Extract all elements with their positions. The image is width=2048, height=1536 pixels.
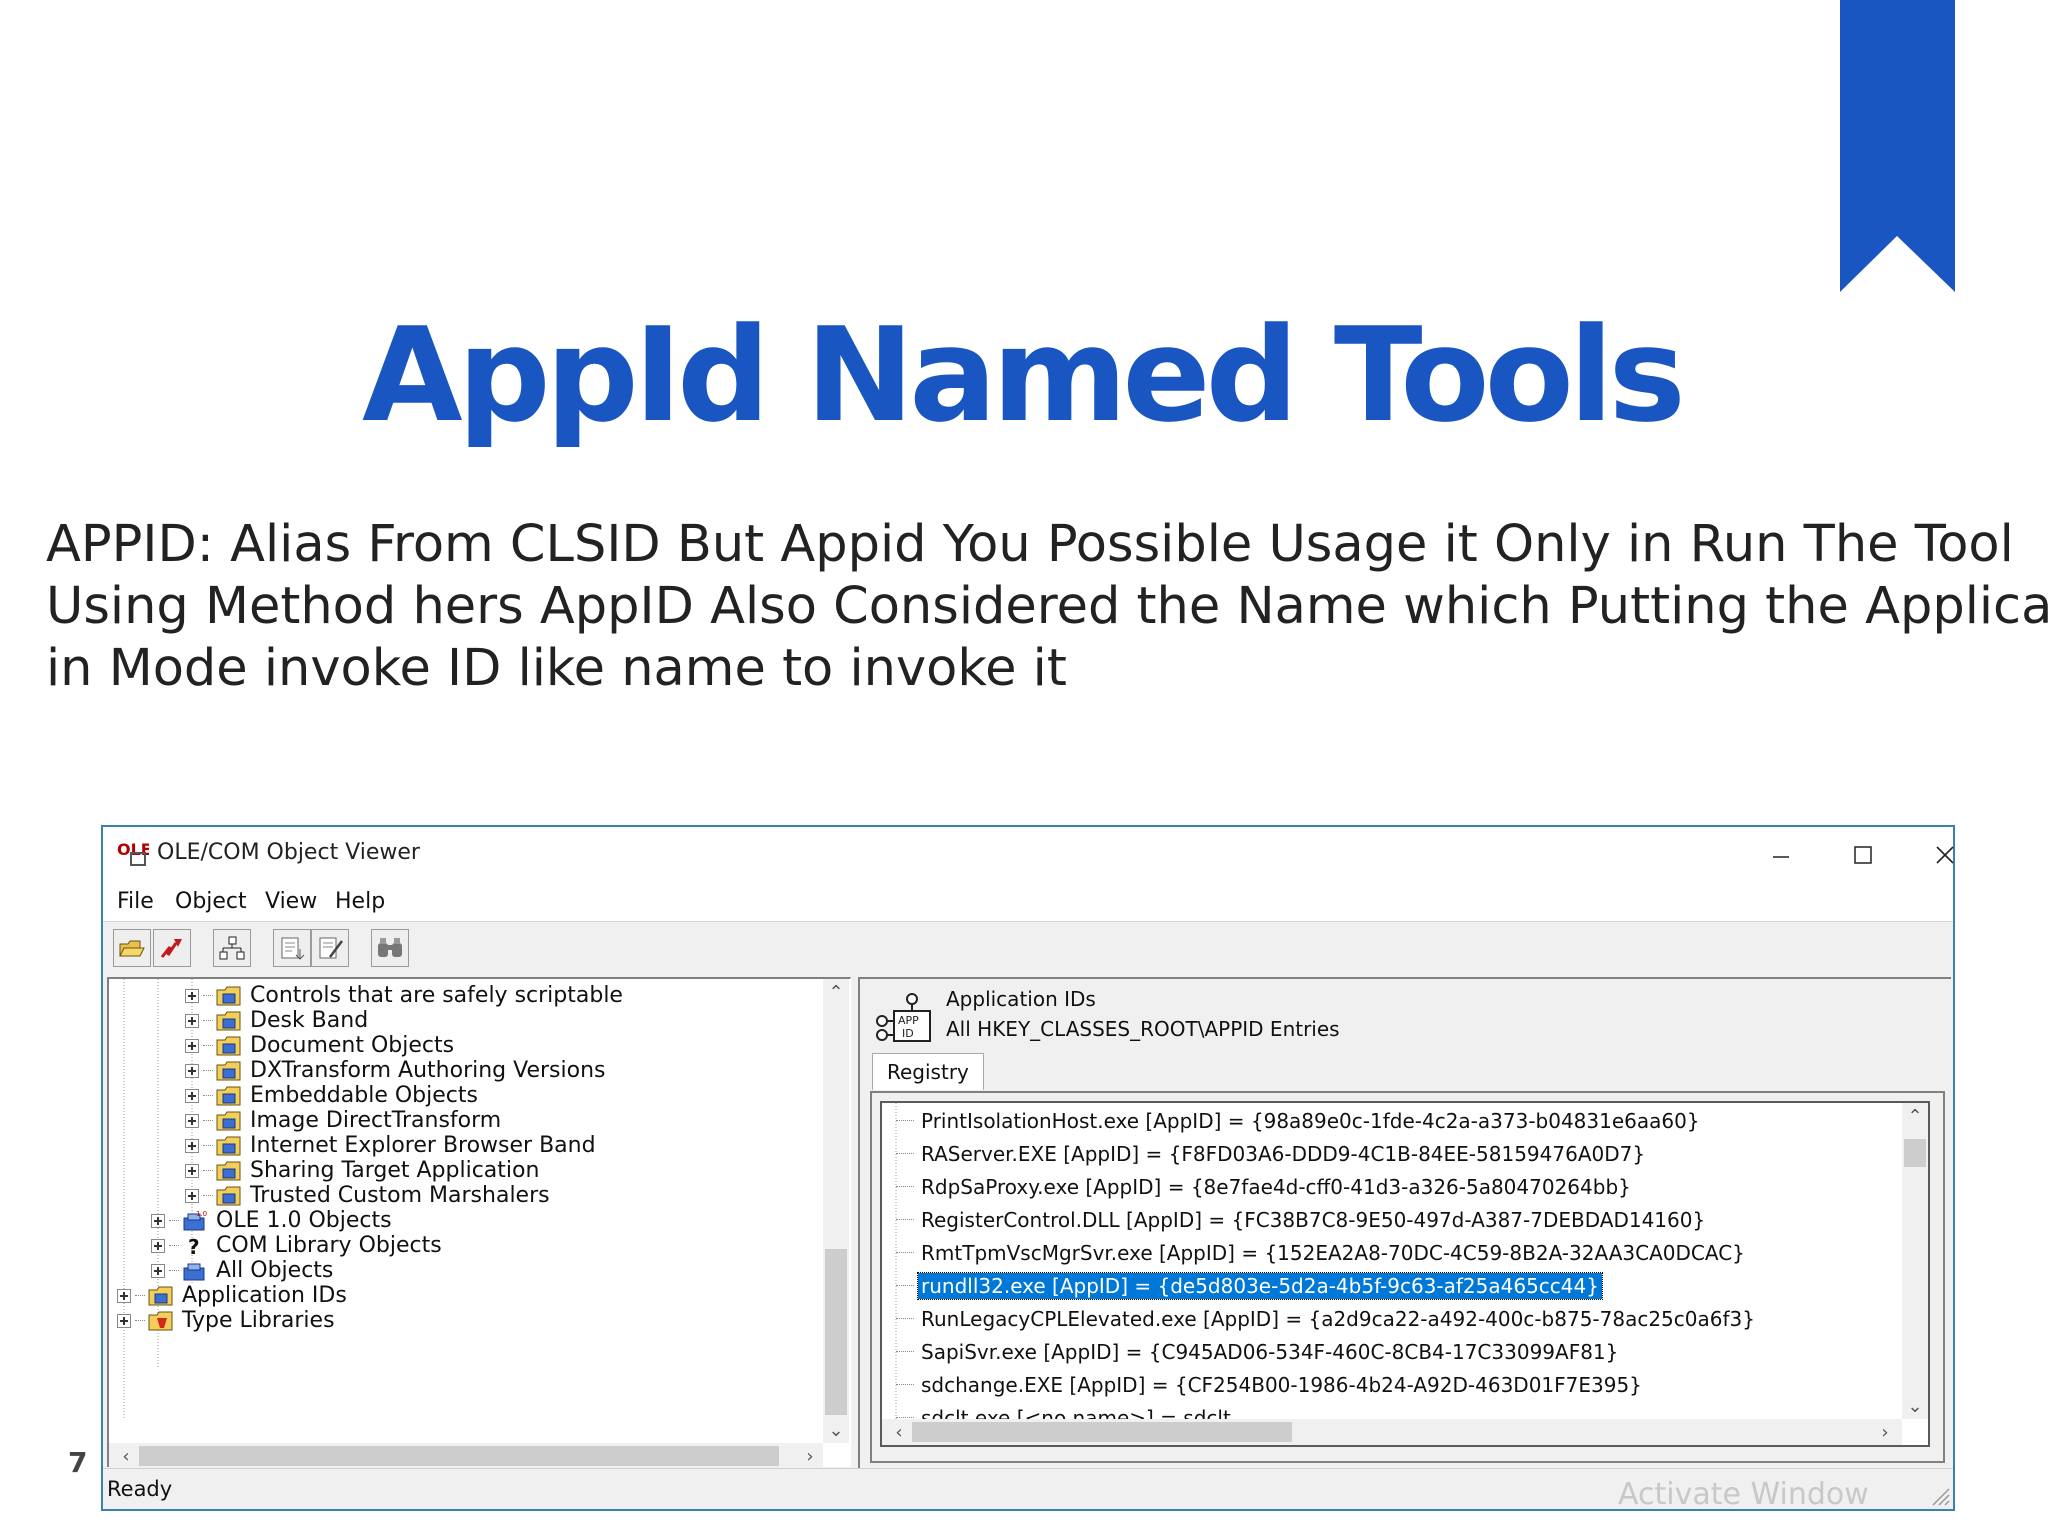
expand-icon[interactable] — [151, 1238, 165, 1253]
detail-title: Application IDs — [946, 987, 1096, 1011]
registry-entry[interactable]: RegisterControl.DLL [AppID] = {FC38B7C8-… — [896, 1204, 1708, 1235]
tab-registry[interactable]: Registry — [872, 1053, 984, 1090]
registry-entry[interactable]: RdpSaProxy.exe [AppID] = {8e7fae4d-cff0-… — [896, 1171, 1634, 1202]
toolbar — [103, 923, 1953, 977]
tree-item[interactable]: Type Libraries — [117, 1304, 335, 1337]
ole-com-viewer-window: OLE OLE/COM Object Viewer File Object Vi… — [101, 825, 1955, 1511]
page-number: 7 — [68, 1446, 88, 1479]
window-title: OLE/COM Object Viewer — [157, 840, 420, 865]
edit-button[interactable] — [311, 929, 349, 967]
detail-subtitle: All HKEY_CLASSES_ROOT\APPID Entries — [946, 1017, 1340, 1041]
status-bar: Ready Activate Windows — [103, 1468, 1953, 1509]
registry-vertical-scrollbar[interactable]: ⌃ ⌄ — [1902, 1103, 1928, 1419]
disconnect-button[interactable] — [153, 929, 191, 967]
tree-view-icon — [219, 936, 245, 960]
registry-panel: PrintIsolationHost.exe [AppID] = {98a89e… — [870, 1091, 1945, 1463]
expand-icon[interactable] — [151, 1213, 165, 1228]
copy-button[interactable] — [273, 929, 311, 967]
scroll-down-icon[interactable]: ⌄ — [1902, 1393, 1928, 1419]
scroll-left-icon[interactable]: ‹ — [113, 1443, 139, 1467]
title-bar: OLE OLE/COM Object Viewer — [103, 827, 1954, 883]
scroll-up-icon[interactable]: ⌃ — [1902, 1103, 1928, 1129]
bookmark-ribbon-icon — [1840, 0, 1955, 292]
slide-title: AppId Named Tools — [362, 299, 1686, 451]
detail-pane: APP ID Application IDs All HKEY_CLASSES_… — [858, 977, 1951, 1469]
minimize-button[interactable] — [1741, 827, 1821, 883]
svg-text:APP: APP — [898, 1014, 919, 1027]
registry-entry[interactable]: RmtTpmVscMgrSvr.exe [AppID] = {152EA2A8-… — [896, 1237, 1748, 1268]
expand-icon[interactable] — [185, 1063, 199, 1078]
svg-text:1.0: 1.0 — [196, 1210, 207, 1218]
tree-horizontal-scrollbar[interactable]: ‹ › — [109, 1443, 823, 1467]
registry-list: PrintIsolationHost.exe [AppID] = {98a89e… — [880, 1101, 1930, 1447]
scrollbar-thumb[interactable] — [825, 1249, 847, 1415]
expand-icon[interactable] — [185, 1163, 199, 1178]
scroll-right-icon[interactable]: › — [1872, 1419, 1898, 1445]
scrollbar-thumb[interactable] — [912, 1422, 1292, 1442]
svg-text:ID: ID — [902, 1027, 914, 1040]
activation-watermark: Activate Windows — [1618, 1477, 1868, 1509]
expand-icon[interactable] — [185, 988, 199, 1003]
app-id-icon: APP ID — [876, 993, 931, 1042]
resize-grip-icon[interactable] — [1929, 1485, 1951, 1507]
scrollbar-thumb[interactable] — [1904, 1139, 1926, 1167]
minimize-icon — [1773, 856, 1789, 858]
expand-icon[interactable] — [117, 1288, 131, 1303]
scroll-right-icon[interactable]: › — [797, 1443, 823, 1467]
registry-entry[interactable]: RAServer.EXE [AppID] = {F8FD03A6-DDD9-4C… — [896, 1138, 1648, 1169]
registry-entry[interactable]: PrintIsolationHost.exe [AppID] = {98a89e… — [896, 1105, 1703, 1136]
menu-file[interactable]: File — [117, 889, 154, 914]
scroll-up-icon[interactable]: ⌃ — [823, 979, 849, 1005]
copy-icon — [281, 937, 305, 960]
description-line: Using Method hers AppID Also Considered … — [46, 577, 2048, 636]
maximize-button[interactable] — [1823, 827, 1903, 883]
registry-entry[interactable]: RunLegacyCPLElevated.exe [AppID] = {a2d9… — [896, 1303, 1758, 1334]
expand-icon[interactable] — [117, 1313, 131, 1328]
expand-icon[interactable] — [185, 1138, 199, 1153]
expand-icon[interactable] — [185, 1038, 199, 1053]
tree-view-button[interactable] — [213, 929, 251, 967]
edit-icon — [319, 937, 343, 959]
status-text: Ready — [107, 1477, 173, 1501]
open-folder-icon — [119, 940, 145, 957]
find-button[interactable] — [371, 929, 409, 967]
menu-object[interactable]: Object — [175, 889, 247, 914]
scroll-left-icon[interactable]: ‹ — [886, 1419, 912, 1445]
expand-icon[interactable] — [151, 1263, 165, 1278]
open-button[interactable] — [113, 929, 151, 967]
menu-help[interactable]: Help — [335, 889, 385, 914]
ole-app-icon: OLE — [117, 840, 149, 866]
maximize-icon — [1854, 846, 1872, 864]
typelib-icon — [148, 1311, 173, 1330]
expand-icon[interactable] — [185, 1088, 199, 1103]
registry-horizontal-scrollbar[interactable]: ‹ › — [882, 1419, 1902, 1445]
scroll-down-icon[interactable]: ⌄ — [823, 1417, 849, 1443]
menu-view[interactable]: View — [265, 889, 317, 914]
registry-entry-selected[interactable]: rundll32.exe [AppID] = {de5d803e-5d2a-4b… — [896, 1270, 1603, 1301]
tree-vertical-scrollbar[interactable]: ⌃ ⌄ — [823, 979, 849, 1443]
close-button[interactable] — [1905, 827, 1985, 883]
registry-entry[interactable]: SapiSvr.exe [AppID] = {C945AD06-534F-460… — [896, 1336, 1621, 1367]
scrollbar-thumb[interactable] — [139, 1446, 779, 1466]
registry-entry[interactable]: sdchange.EXE [AppID] = {CF254B00-1986-4b… — [896, 1369, 1645, 1400]
description-line: in Mode invoke ID like name to invoke it — [46, 639, 1067, 698]
find-icon — [378, 938, 402, 957]
description-line: APPID: Alias From CLSID But Appid You Po… — [46, 515, 2014, 574]
slide-description: APPID: Alias From CLSID But Appid You Po… — [46, 514, 2048, 700]
expand-icon[interactable] — [185, 1188, 199, 1203]
disconnect-icon — [160, 939, 182, 958]
close-icon — [1936, 846, 1954, 864]
expand-icon[interactable] — [185, 1113, 199, 1128]
expand-icon[interactable] — [185, 1013, 199, 1028]
object-tree: Controls that are safely scriptable Desk… — [107, 977, 851, 1467]
tree-item-label: Type Libraries — [182, 1308, 335, 1333]
menu-bar: File Object View Help — [103, 883, 1953, 922]
